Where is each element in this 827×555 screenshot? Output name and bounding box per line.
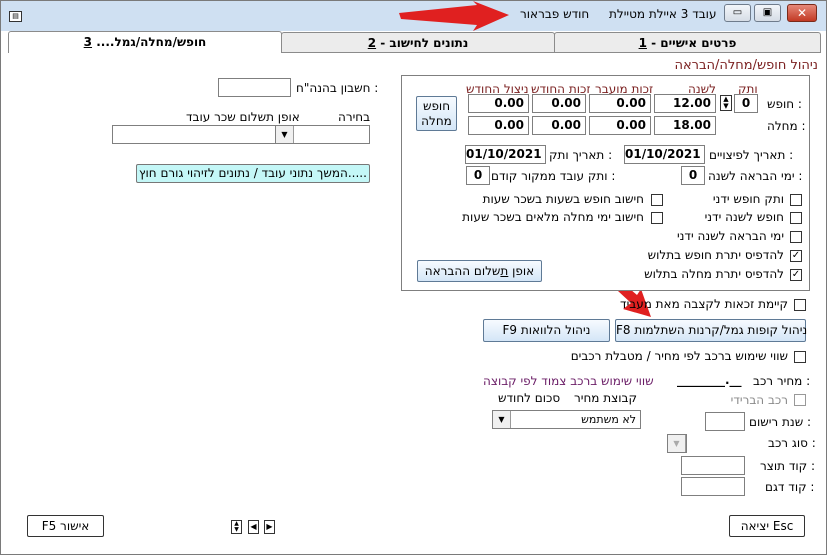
external-data-button[interactable]: המשך נתוני עובד / נתונים לזיהוי גורם חוץ… xyxy=(136,164,370,183)
close-button[interactable]: ✕ xyxy=(787,4,817,22)
model-code-field[interactable] xyxy=(681,477,745,496)
seniority-date-label: תאריך ותק : xyxy=(549,148,613,162)
vacation-carried-field[interactable]: 0.00 xyxy=(589,94,651,113)
vacation-seniority-field[interactable]: 0 xyxy=(734,94,758,113)
wage-method-field[interactable] xyxy=(112,125,276,144)
sick-carried-field[interactable]: 0.00 xyxy=(589,116,651,135)
nav-next-button[interactable]: ▶ xyxy=(264,520,275,534)
car-usage-label: שווי שימוש ברכב לפי מחיר / מטבלת רכבים xyxy=(570,349,788,363)
manual-recreation-checkbox[interactable] xyxy=(790,231,802,243)
spin-down-icon: ▼ xyxy=(723,102,729,110)
car-type-label: סוג רכב : xyxy=(768,436,816,450)
maker-code-label: קוד תוצר : xyxy=(760,459,816,473)
manual-yearly-vacation-checkbox[interactable] xyxy=(790,212,802,224)
car-usage-checkbox[interactable] xyxy=(794,351,806,363)
print-vacation-balance-checkbox[interactable]: ✓ xyxy=(790,250,802,262)
vacation-hours-label: חישוב חופש בשעות בשכר שעות xyxy=(482,192,644,206)
manual-vacation-seniority-label: ותק חופש ידני xyxy=(712,192,784,206)
f9-loans-button[interactable]: F9 ניהול הלוואות xyxy=(483,319,610,342)
close-icon: ✕ xyxy=(796,6,808,20)
hybrid-car-label: רכב הברידי xyxy=(730,393,788,407)
choice-label: בחירה xyxy=(338,110,371,124)
chevron-down-icon[interactable]: ▼ xyxy=(668,435,686,452)
price-group-label: קבוצת מחיר xyxy=(574,391,637,405)
employer-pension-checkbox[interactable] xyxy=(794,299,806,311)
exit-button[interactable]: יציאה Esc xyxy=(729,515,805,537)
print-vacation-balance-label: להדפיס יתרת חופש בתלוש xyxy=(647,248,784,262)
tab-leave[interactable]: חופש/מחלה/גמל.... 3 xyxy=(8,31,282,53)
up-down-icon: ▲ ▼ xyxy=(234,520,239,533)
main-window: ▤ חודש פבראור עובד 3 איילת מטיילת ▭ ▣ ✕ … xyxy=(0,0,827,555)
sick-per-year-field[interactable]: 18.00 xyxy=(654,116,716,135)
minimize-button[interactable]: ▭ xyxy=(724,4,751,22)
sick-row-label: מחלה : xyxy=(767,119,806,133)
sick-days-hours-checkbox[interactable] xyxy=(651,212,663,224)
nav-updown-button[interactable]: ▲ ▼ xyxy=(231,520,242,534)
chevron-down-icon[interactable]: ▼ xyxy=(276,126,294,143)
sick-used-field[interactable]: 0.00 xyxy=(468,116,529,135)
vacation-seniority-spinner[interactable]: ▲ ▼ xyxy=(720,95,732,111)
reg-year-field[interactable] xyxy=(705,412,745,431)
sick-days-hours-label: חישוב ימי מחלה מלאים בשכר שעות xyxy=(462,210,644,224)
restore-button[interactable]: ▣ xyxy=(754,4,781,22)
manual-recreation-label: ימי הבראה לשנה ידני xyxy=(676,229,784,243)
sick-this-month-field[interactable]: 0.00 xyxy=(532,116,586,135)
severance-date-field[interactable]: 01/10/2021 xyxy=(624,145,705,164)
severance-date-label: תאריך לפיצויים : xyxy=(709,148,794,162)
f8-provident-funds-button[interactable]: F8 ניהול קופות גמל/קרנות השתלמות xyxy=(615,319,807,342)
car-price-label: מחיר רכב : xyxy=(753,374,811,388)
month-label: חודש פבראור xyxy=(520,7,590,21)
prev-seniority-field[interactable]: 0 xyxy=(466,166,490,185)
restore-icon: ▣ xyxy=(762,7,773,18)
recreation-payment-button[interactable]: אופן תשלום ההבראה xyxy=(417,260,542,282)
reg-year-label: שנת רישום : xyxy=(749,415,812,429)
recreation-days-label: ימי הבראה לשנה : xyxy=(708,169,803,183)
recreation-days-field[interactable]: 0 xyxy=(681,166,705,185)
bank-account-field[interactable] xyxy=(218,78,291,97)
employer-pension-label: קיימת זכאות לקצבה מאת מעביד xyxy=(620,297,788,311)
vacation-this-month-field[interactable]: 0.00 xyxy=(532,94,586,113)
annotation-arrow-top-icon xyxy=(399,1,509,31)
car-price-field[interactable]: ________.__ xyxy=(677,373,742,387)
print-sick-balance-label: להדפיס יתרת מחלה בתלוש xyxy=(644,267,784,281)
choice-combo[interactable]: ▼ xyxy=(275,125,370,144)
app-icon: ▤ xyxy=(9,11,22,22)
car-type-combo[interactable]: ▼ xyxy=(667,434,687,453)
minimize-icon: ▭ xyxy=(732,7,743,18)
tab-personal[interactable]: פרטים אישיים - 1 xyxy=(554,32,821,52)
maker-code-field[interactable] xyxy=(681,456,745,475)
ok-button[interactable]: F5 אישור xyxy=(27,515,104,537)
chevron-right-icon: ▶ xyxy=(266,522,273,531)
vacation-sick-button[interactable]: חופש מחלה xyxy=(416,96,457,131)
vacation-hours-checkbox[interactable] xyxy=(651,194,663,206)
tab-divider xyxy=(282,52,821,53)
print-sick-balance-checkbox[interactable]: ✓ xyxy=(790,269,802,281)
manual-yearly-vacation-label: חופש לשנה ידני xyxy=(704,210,784,224)
tab-calculation[interactable]: נתונים לחישוב - 2 xyxy=(281,32,555,52)
car-group-title: שווי שימוש ברכב צמוד לפי קבוצה xyxy=(483,374,654,388)
vacation-per-year-field[interactable]: 12.00 xyxy=(654,94,716,113)
vacation-row-label: חופש : xyxy=(767,97,802,111)
seniority-date-field[interactable]: 01/10/2021 xyxy=(465,145,546,164)
window-title: עובד 3 איילת מטיילת xyxy=(609,7,717,21)
chevron-down-icon[interactable]: ▼ xyxy=(493,411,511,428)
section-title: ניהול חופש/מחלה/הבראה xyxy=(674,58,818,73)
car-group-combo[interactable]: ▼ לא משתמש xyxy=(492,410,641,429)
wage-method-label: אופן תשלום שכר עובד xyxy=(186,110,300,124)
nav-prev-button[interactable]: ◀ xyxy=(248,520,259,534)
monthly-amount-label: סכום לחודש xyxy=(498,391,561,405)
hybrid-car-checkbox[interactable] xyxy=(794,394,806,406)
vacation-used-field[interactable]: 0.00 xyxy=(468,94,529,113)
manual-vacation-seniority-checkbox[interactable] xyxy=(790,194,802,206)
chevron-left-icon: ◀ xyxy=(250,522,257,531)
prev-seniority-label: ותק עובד ממקור קודם : xyxy=(491,169,616,183)
model-code-label: קוד דגם : xyxy=(765,480,815,494)
bank-account-label: חשבון בהנה"ח : xyxy=(296,81,379,95)
